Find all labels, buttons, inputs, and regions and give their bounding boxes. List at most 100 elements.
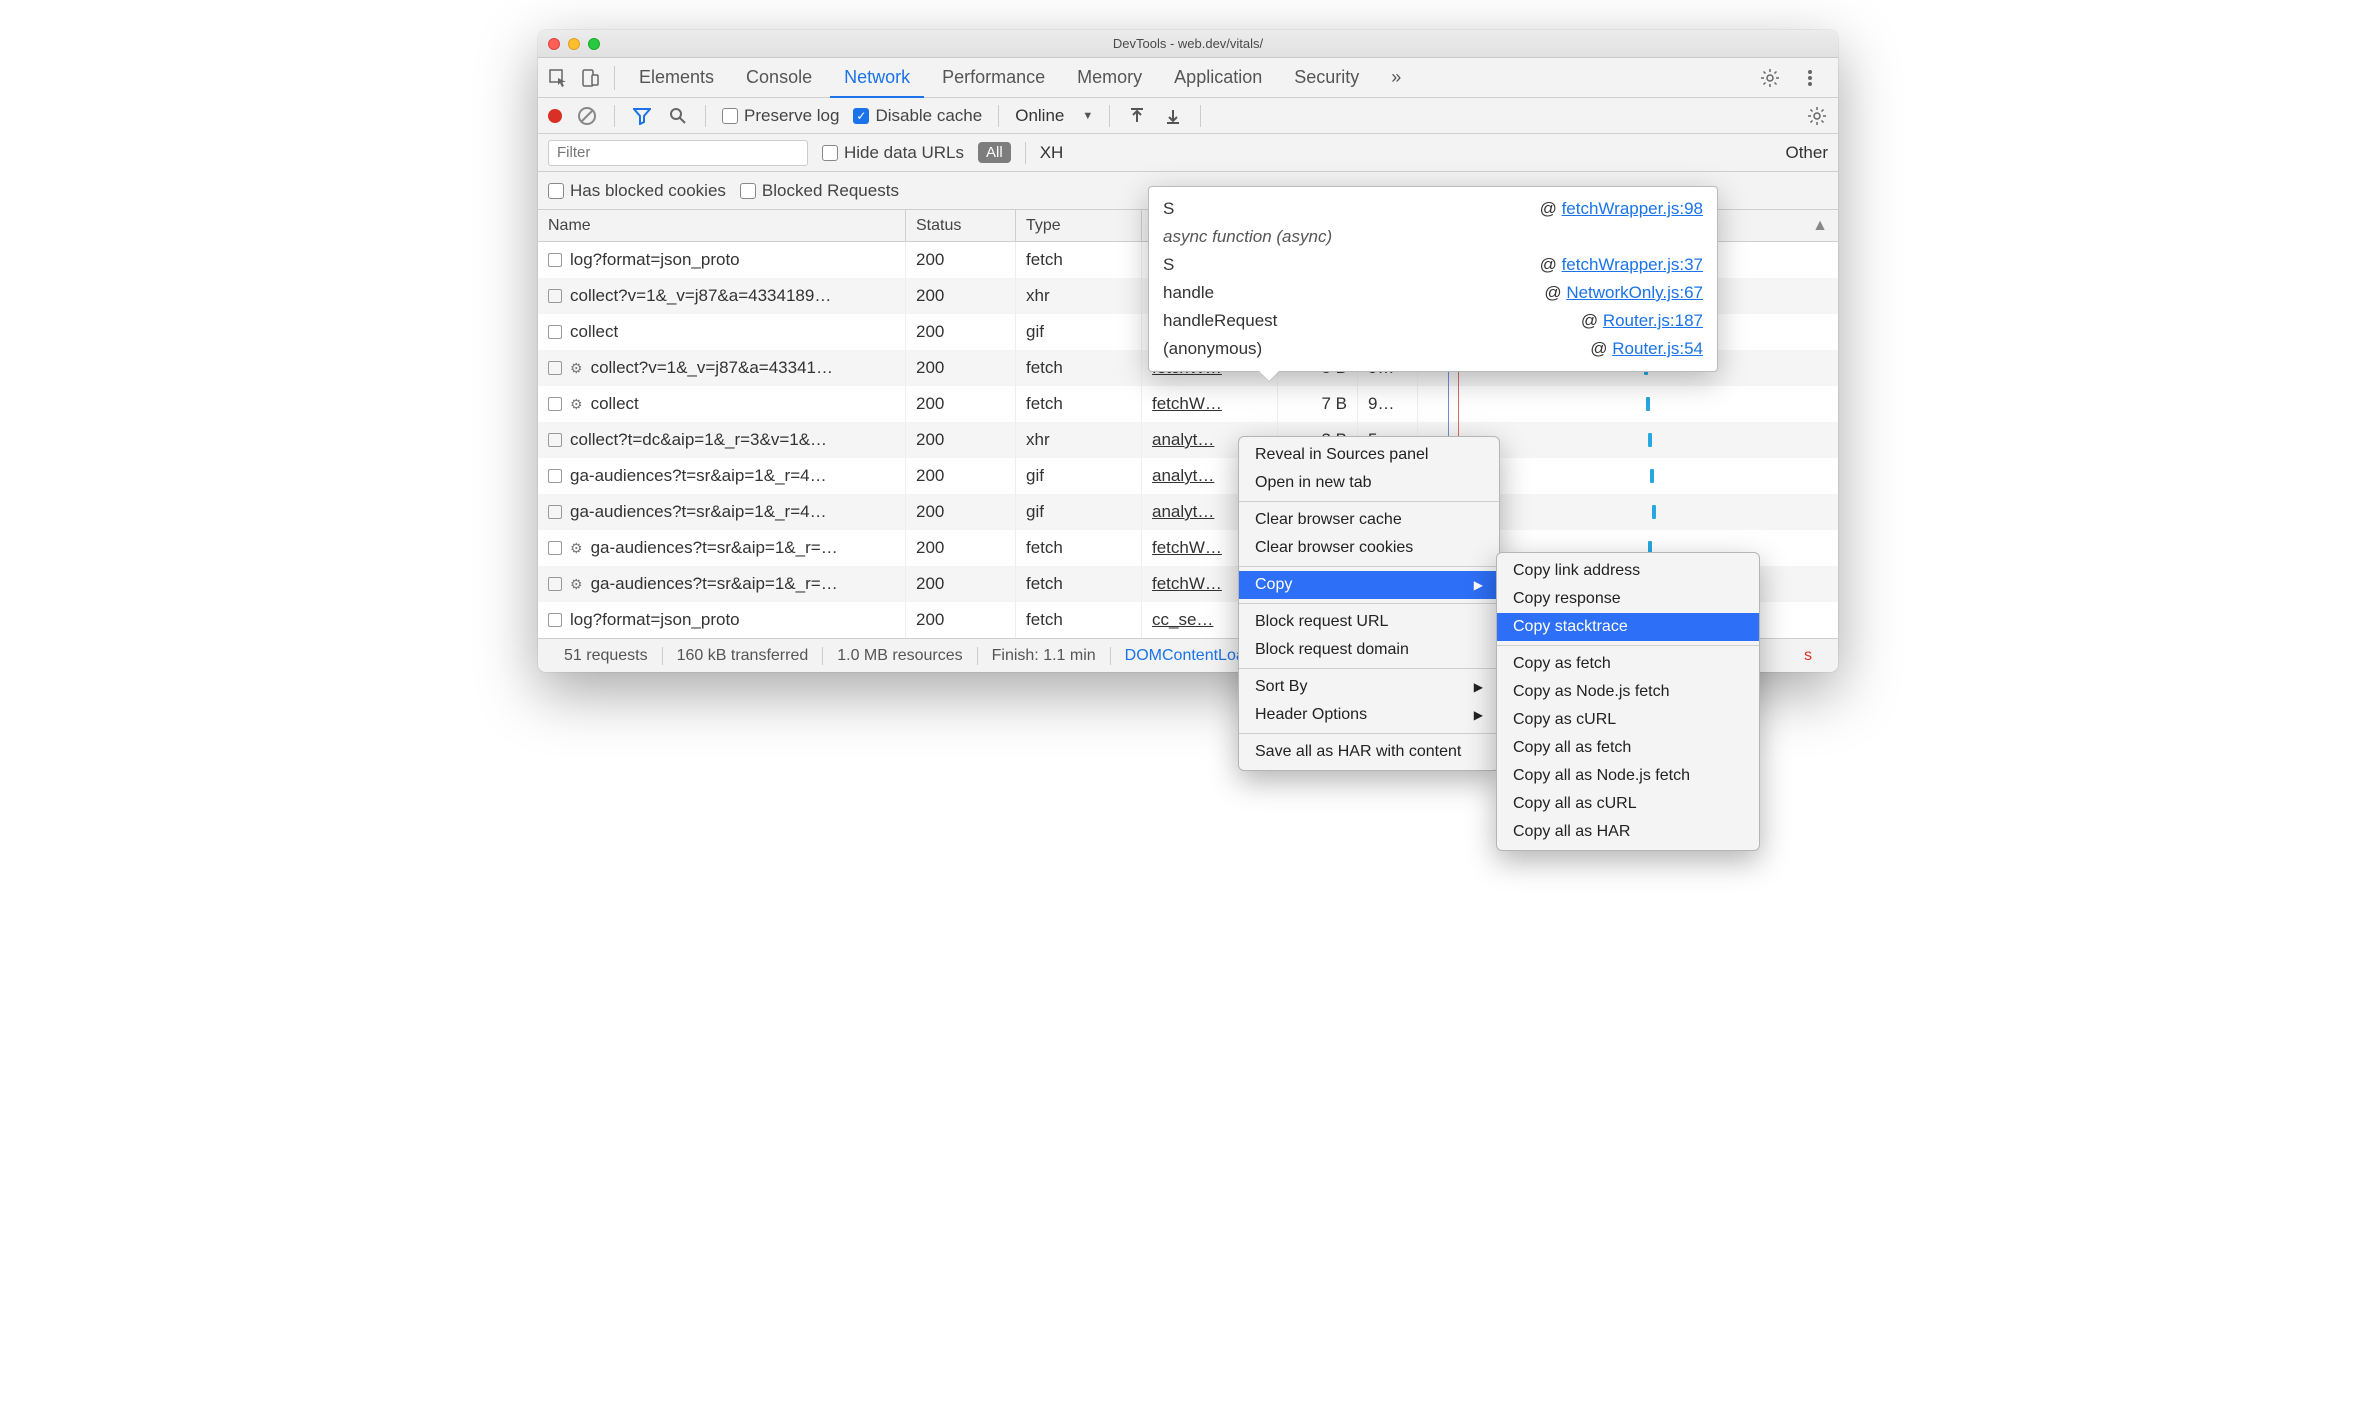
copy-submenu-item[interactable]: Copy stacktrace bbox=[1497, 613, 1759, 641]
tab-console[interactable]: Console bbox=[732, 58, 826, 97]
row-checkbox[interactable] bbox=[548, 397, 562, 411]
context-menu: Reveal in Sources panel Open in new tab Cl… bbox=[1238, 436, 1500, 771]
row-checkbox[interactable] bbox=[548, 577, 562, 591]
download-icon[interactable] bbox=[1162, 105, 1184, 127]
request-time: 9… bbox=[1358, 386, 1418, 422]
copy-submenu-item[interactable]: Copy as fetch bbox=[1497, 650, 1759, 678]
context-menu-item[interactable]: Clear browser cache bbox=[1239, 506, 1499, 534]
copy-submenu-item[interactable]: Copy as cURL bbox=[1497, 706, 1759, 734]
copy-submenu-item[interactable]: Copy all as cURL bbox=[1497, 790, 1759, 818]
row-checkbox[interactable] bbox=[548, 505, 562, 519]
col-name[interactable]: Name bbox=[538, 210, 906, 241]
filter-icon[interactable] bbox=[631, 105, 653, 127]
status-load: s bbox=[1790, 647, 1826, 665]
filter-type-other[interactable]: Other bbox=[1785, 143, 1828, 163]
context-menu-item[interactable]: Block request domain bbox=[1239, 636, 1499, 664]
throttling-select[interactable]: Online ▼ bbox=[1015, 106, 1093, 126]
copy-submenu-item[interactable]: Copy as Node.js fetch bbox=[1497, 678, 1759, 706]
table-row[interactable]: ga-audiences?t=sr&aip=1&_r=4… 200 gif an… bbox=[538, 458, 1838, 494]
tab-network[interactable]: Network bbox=[830, 59, 924, 98]
preserve-log-checkbox[interactable]: Preserve log bbox=[722, 106, 839, 126]
copy-submenu-item[interactable]: Copy link address bbox=[1497, 557, 1759, 585]
context-menu-label: Block request domain bbox=[1255, 641, 1409, 659]
row-checkbox[interactable] bbox=[548, 433, 562, 447]
tab-application[interactable]: Application bbox=[1160, 58, 1276, 97]
tab-more[interactable]: » bbox=[1377, 58, 1415, 97]
separator bbox=[614, 105, 615, 127]
context-menu-label: Open in new tab bbox=[1255, 474, 1372, 492]
row-checkbox[interactable] bbox=[548, 613, 562, 627]
table-row[interactable]: ga-audiences?t=sr&aip=1&_r=4… 200 gif an… bbox=[538, 494, 1838, 530]
tab-memory[interactable]: Memory bbox=[1063, 58, 1156, 97]
request-size: 7 B bbox=[1278, 386, 1358, 422]
hide-data-urls-checkbox[interactable]: Hide data URLs bbox=[822, 143, 964, 163]
copy-submenu-item[interactable]: Copy all as fetch bbox=[1497, 734, 1759, 762]
copy-submenu-item[interactable]: Copy all as HAR bbox=[1497, 818, 1759, 846]
search-icon[interactable] bbox=[667, 105, 689, 127]
blocked-requests-checkbox[interactable]: Blocked Requests bbox=[740, 181, 899, 201]
stack-frame-link[interactable]: fetchWrapper.js:98 bbox=[1562, 199, 1703, 218]
col-status[interactable]: Status bbox=[906, 210, 1016, 241]
stack-frame-link[interactable]: fetchWrapper.js:37 bbox=[1562, 255, 1703, 274]
stack-frame-link[interactable]: Router.js:187 bbox=[1603, 311, 1703, 330]
network-settings-icon[interactable] bbox=[1806, 105, 1828, 127]
context-menu-item[interactable]: Save all as HAR with content bbox=[1239, 738, 1499, 766]
request-name: log?format=json_proto bbox=[570, 250, 740, 270]
settings-icon[interactable] bbox=[1756, 64, 1784, 92]
row-checkbox[interactable] bbox=[548, 253, 562, 267]
stack-frame-fn: S bbox=[1163, 255, 1174, 275]
context-menu-item[interactable]: Sort By ▶ bbox=[1239, 673, 1499, 701]
context-menu-item[interactable]: Open in new tab bbox=[1239, 469, 1499, 497]
clear-icon[interactable] bbox=[576, 105, 598, 127]
filter-type-xh[interactable]: XH bbox=[1040, 143, 1064, 163]
filter-type-all[interactable]: All bbox=[978, 142, 1011, 163]
submenu-arrow-icon: ▶ bbox=[1474, 680, 1483, 694]
filter-input[interactable] bbox=[548, 140, 808, 166]
status-transferred: 160 kB transferred bbox=[663, 647, 824, 665]
request-type: fetch bbox=[1016, 242, 1142, 278]
stack-frame-link[interactable]: NetworkOnly.js:67 bbox=[1566, 283, 1703, 302]
request-status: 200 bbox=[906, 278, 1016, 314]
record-button[interactable] bbox=[548, 109, 562, 123]
request-initiator[interactable]: fetchW… bbox=[1142, 386, 1278, 422]
separator bbox=[705, 105, 706, 127]
device-icon[interactable] bbox=[576, 64, 604, 92]
stack-frame-loc: @ fetchWrapper.js:98 bbox=[1540, 199, 1703, 219]
disable-cache-checkbox[interactable]: ✓ Disable cache bbox=[853, 106, 982, 126]
throttling-value: Online bbox=[1015, 106, 1064, 126]
context-menu-item[interactable]: Reveal in Sources panel bbox=[1239, 441, 1499, 469]
row-checkbox[interactable] bbox=[548, 325, 562, 339]
copy-submenu-item[interactable]: Copy response bbox=[1497, 585, 1759, 613]
context-menu-label: Sort By bbox=[1255, 678, 1307, 696]
table-row[interactable]: ⚙ collect 200 fetch fetchW… 7 B 9… bbox=[538, 386, 1838, 422]
separator bbox=[1109, 105, 1110, 127]
col-type[interactable]: Type bbox=[1016, 210, 1142, 241]
table-row[interactable]: collect?t=dc&aip=1&_r=3&v=1&… 200 xhr an… bbox=[538, 422, 1838, 458]
row-checkbox[interactable] bbox=[548, 289, 562, 303]
context-menu-item[interactable]: Block request URL bbox=[1239, 608, 1499, 636]
service-worker-icon: ⚙ bbox=[570, 360, 583, 377]
copy-submenu-item[interactable]: Copy all as Node.js fetch bbox=[1497, 762, 1759, 790]
request-status: 200 bbox=[906, 458, 1016, 494]
separator bbox=[1025, 142, 1026, 164]
request-status: 200 bbox=[906, 602, 1016, 638]
stack-frame-loc: @ Router.js:54 bbox=[1590, 339, 1703, 359]
tab-security[interactable]: Security bbox=[1280, 58, 1373, 97]
context-menu-item[interactable]: Clear browser cookies bbox=[1239, 534, 1499, 562]
request-type: gif bbox=[1016, 314, 1142, 350]
tab-performance[interactable]: Performance bbox=[928, 58, 1059, 97]
inspect-icon[interactable] bbox=[544, 64, 572, 92]
stack-frame-link[interactable]: Router.js:54 bbox=[1612, 339, 1703, 358]
has-blocked-cookies-checkbox[interactable]: Has blocked cookies bbox=[548, 181, 726, 201]
upload-icon[interactable] bbox=[1126, 105, 1148, 127]
tab-elements[interactable]: Elements bbox=[625, 58, 728, 97]
kebab-icon[interactable] bbox=[1796, 64, 1824, 92]
request-type: fetch bbox=[1016, 386, 1142, 422]
context-menu-item[interactable]: Header Options▶ bbox=[1239, 701, 1499, 729]
context-menu-item[interactable]: Copy▶ bbox=[1239, 571, 1499, 599]
request-type: xhr bbox=[1016, 278, 1142, 314]
request-type: fetch bbox=[1016, 566, 1142, 602]
row-checkbox[interactable] bbox=[548, 541, 562, 555]
row-checkbox[interactable] bbox=[548, 361, 562, 375]
row-checkbox[interactable] bbox=[548, 469, 562, 483]
